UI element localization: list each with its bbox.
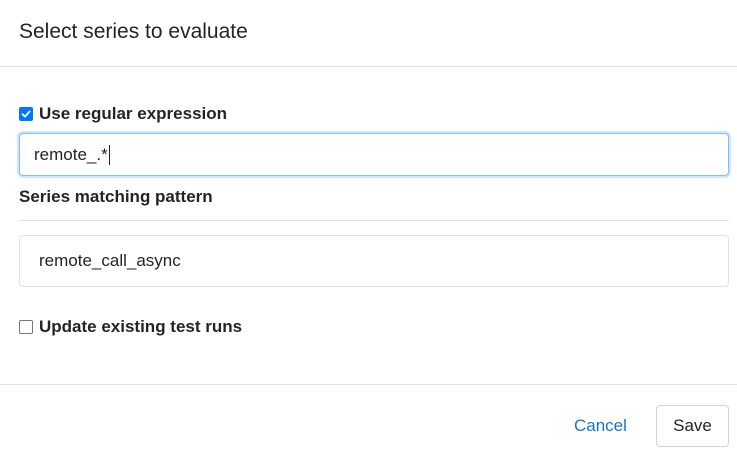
regex-pattern-value: remote_.* xyxy=(34,144,108,164)
use-regex-row[interactable]: Use regular expression xyxy=(19,103,227,125)
use-regex-label[interactable]: Use regular expression xyxy=(39,103,227,125)
text-caret xyxy=(108,144,110,165)
dialog-title: Select series to evaluate xyxy=(19,20,248,43)
update-runs-checkbox[interactable] xyxy=(19,320,33,334)
dialog-footer: Cancel Save xyxy=(0,384,737,456)
regex-pattern-input[interactable]: remote_.* xyxy=(19,133,729,176)
section-divider xyxy=(19,220,729,221)
update-runs-label[interactable]: Update existing test runs xyxy=(39,316,242,338)
select-series-dialog: Select series to evaluate Use regular ex… xyxy=(0,0,737,456)
update-runs-row[interactable]: Update existing test runs xyxy=(19,316,242,338)
dialog-header: Select series to evaluate xyxy=(0,0,737,67)
matching-series-list: remote_call_async xyxy=(19,235,729,287)
series-matching-heading: Series matching pattern xyxy=(19,187,213,206)
use-regex-checkbox[interactable] xyxy=(19,107,33,121)
list-item: remote_call_async xyxy=(39,251,181,270)
checkmark-icon xyxy=(21,110,31,118)
save-button[interactable]: Save xyxy=(656,405,729,447)
cancel-button[interactable]: Cancel xyxy=(574,415,627,437)
